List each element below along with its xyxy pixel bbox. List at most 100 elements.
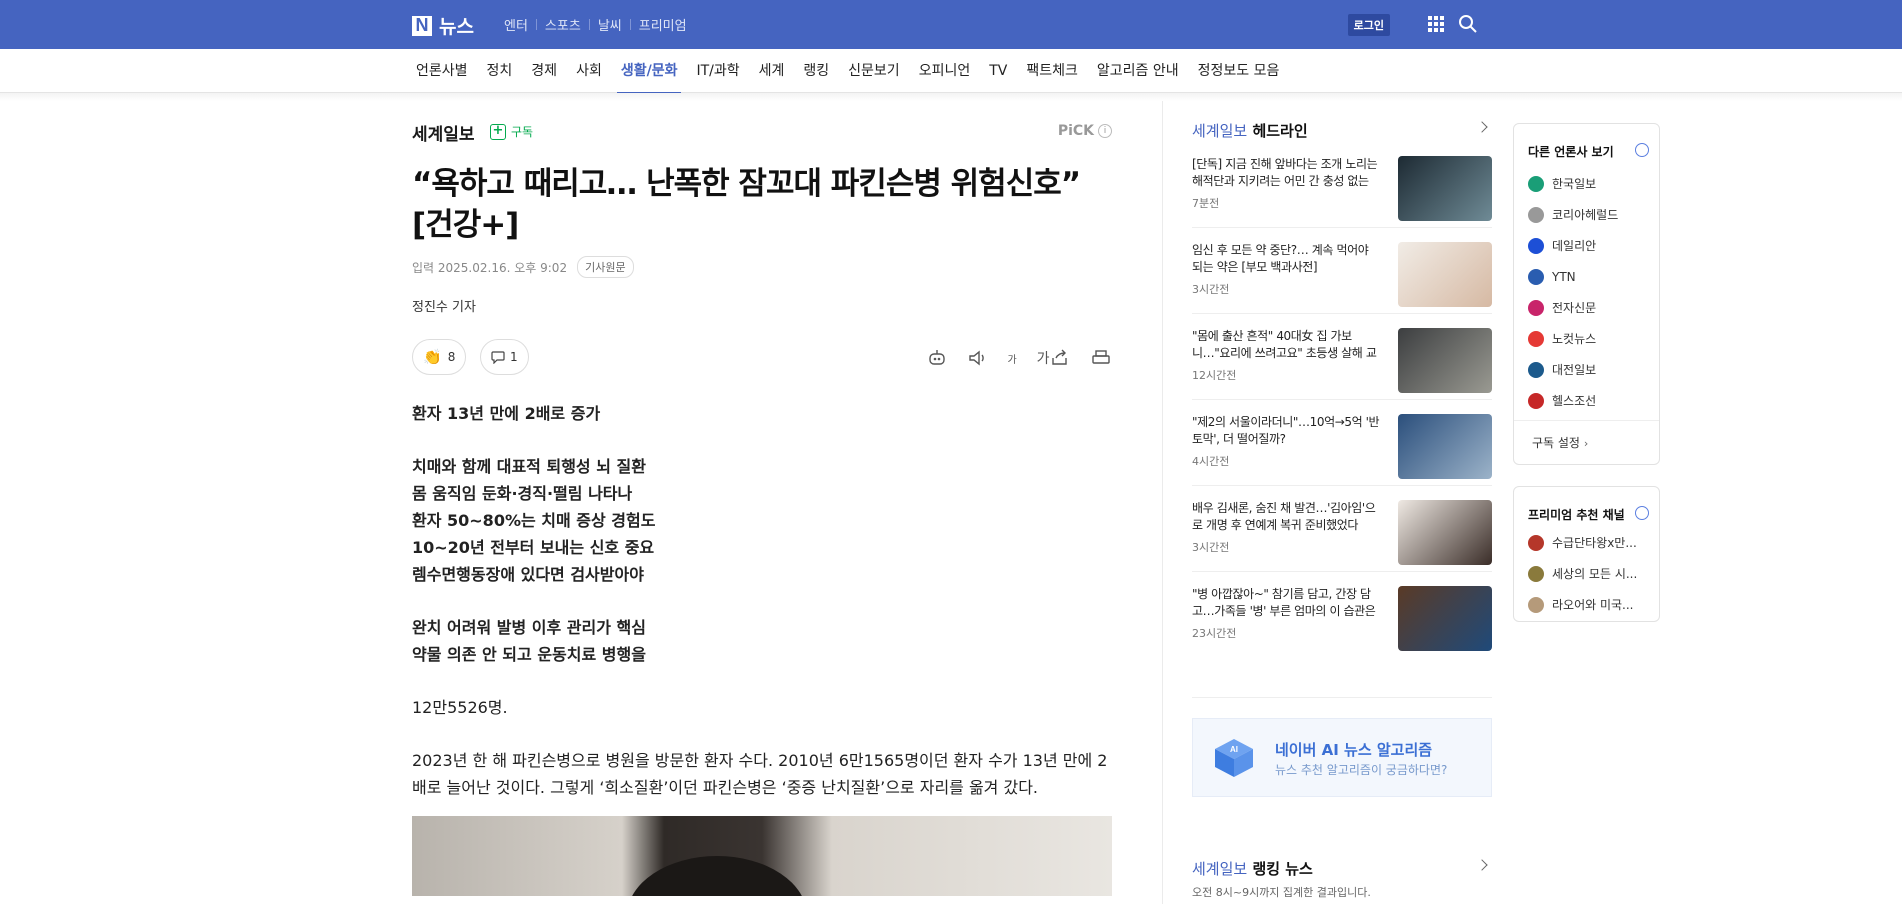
summary-line: 약물 의존 안 되고 운동치료 병행을: [412, 645, 646, 664]
press-item[interactable]: 대전일보: [1514, 354, 1659, 385]
channel-avatar: [1528, 596, 1544, 613]
press-item[interactable]: 코리아헤럴드: [1514, 199, 1659, 230]
ai-badge-text: AI: [1230, 745, 1238, 754]
font-size-icon[interactable]: 가가: [1007, 347, 1049, 369]
other-press-title: 다른 언론사 보기: [1514, 124, 1659, 160]
font-size-label: 가: [1036, 351, 1050, 367]
news-title: 임신 후 모든 약 중단?… 계속 먹어야 되는 약은 [부모 백과사전]: [1192, 243, 1369, 274]
news-thumbnail: [1398, 156, 1492, 221]
summary-line: 10~20년 전부터 보내는 신호 중요: [412, 538, 655, 557]
ai-algorithm-banner[interactable]: AI 네이버 AI 뉴스 알고리즘 뉴스 추천 알고리즘이 궁금하다면?: [1192, 718, 1492, 797]
press-name: 코리아헤럴드: [1552, 208, 1619, 222]
tab-factcheck[interactable]: 팩트체크: [1022, 49, 1082, 93]
headline-section-header[interactable]: 세계일보 헤드라인: [1192, 120, 1492, 142]
subscribe-label: 구독: [511, 125, 534, 139]
pick-badge: PiCK i: [1058, 123, 1112, 139]
news-title: "병 아깝잖아~" 참기름 담고, 간장 담고…가족들 '병' 부른 엄마의 이…: [1192, 587, 1376, 618]
news-item[interactable]: "제2의 서울이라더니"…10억→5억 '반토막', 더 떨어질까? 4시간전: [1192, 400, 1492, 486]
pick-label: PiCK: [1057, 123, 1094, 139]
channel-avatar: [1528, 565, 1544, 582]
refresh-icon[interactable]: [1635, 143, 1649, 157]
comment-button[interactable]: 1: [480, 339, 529, 375]
login-button[interactable]: 로그인: [1347, 14, 1390, 36]
tab-life-culture[interactable]: 생활/문화: [616, 49, 682, 94]
press-logo[interactable]: 세계일보: [412, 125, 475, 145]
press-logo-icon: [1528, 392, 1544, 409]
ai-summary-robot-icon[interactable]: [926, 347, 948, 369]
news-item[interactable]: 임신 후 모든 약 중단?… 계속 먹어야 되는 약은 [부모 백과사전] 3시…: [1192, 228, 1492, 314]
tab-corrections[interactable]: 정정보도 모음: [1194, 49, 1284, 93]
news-title: "제2의 서울이라더니"…10억→5억 '반토막', 더 떨어질까?: [1192, 415, 1380, 446]
subscribe-button[interactable]: + 구독: [490, 123, 533, 140]
info-icon[interactable]: i: [1098, 124, 1112, 138]
press-logo-icon: [1528, 299, 1544, 316]
tab-press[interactable]: 언론사별: [412, 49, 472, 93]
tab-ranking[interactable]: 랭킹: [799, 49, 833, 93]
comment-icon: [491, 350, 505, 364]
article-headline: “욕하고 때리고… 난폭한 잠꼬대 파킨슨병 위험신호” [건강+]: [412, 166, 1081, 243]
refresh-icon[interactable]: [1635, 506, 1649, 520]
comment-count: 1: [510, 350, 518, 364]
top-bar: N 뉴스 엔터 스포츠 날씨 프리미엄 로그인: [0, 0, 1902, 49]
naver-news-logo[interactable]: N 뉴스: [412, 12, 474, 39]
press-item[interactable]: 데일리안: [1514, 230, 1659, 261]
service-link-sports[interactable]: 스포츠: [545, 15, 581, 34]
press-item[interactable]: YTN: [1514, 261, 1659, 292]
premium-channel-item[interactable]: 라오어와 미국...: [1514, 589, 1659, 620]
tab-it-science[interactable]: IT/과학: [692, 49, 743, 93]
tab-economy[interactable]: 경제: [527, 49, 561, 93]
premium-channel-item[interactable]: 세상의 모든 시...: [1514, 558, 1659, 589]
summary-line: 몸 움직임 둔화·경직·떨림 나타나: [412, 484, 633, 503]
press-name: 헬스조선: [1552, 394, 1597, 408]
ranking-section-header[interactable]: 세계일보 랭킹 뉴스: [1192, 858, 1492, 880]
ranking-section: 세계일보 랭킹 뉴스 오전 8시~9시까지 집계한 결과입니다.: [1192, 858, 1492, 900]
news-thumbnail: [1398, 242, 1492, 307]
service-link-entertainment[interactable]: 엔터: [504, 15, 528, 34]
article-date: 입력 2025.02.16. 오후 9:02: [412, 260, 568, 275]
press-logo-icon: [1528, 237, 1544, 254]
press-item[interactable]: 한국일보: [1514, 168, 1659, 199]
news-item[interactable]: "몸에 출산 흔적" 40대女 집 가보니…"요리에 쓰려고요" 초등생 살해 …: [1192, 314, 1492, 400]
channel-name: 라오어와 미국...: [1552, 598, 1634, 612]
premium-title: 프리미엄 추천 채널: [1514, 487, 1659, 523]
service-link-weather[interactable]: 날씨: [598, 15, 622, 34]
service-link-premium[interactable]: 프리미엄: [639, 15, 687, 34]
tab-society[interactable]: 사회: [572, 49, 606, 93]
text-to-speech-icon[interactable]: [967, 347, 989, 369]
press-name: YTN: [1552, 269, 1576, 284]
plus-icon: +: [490, 123, 506, 140]
original-article-button[interactable]: 기사원문: [577, 256, 634, 278]
chevron-right-icon: [1476, 121, 1488, 133]
press-logo-icon: [1528, 361, 1544, 378]
tab-opinion[interactable]: 오피니언: [915, 49, 975, 93]
ranking-label: 랭킹 뉴스: [1252, 860, 1313, 878]
tab-newspaper[interactable]: 신문보기: [844, 49, 904, 93]
article-photo[interactable]: [412, 816, 1112, 896]
news-item[interactable]: "병 아깝잖아~" 참기름 담고, 간장 담고…가족들 '병' 부른 엄마의 이…: [1192, 572, 1492, 658]
press-name: 데일리안: [1552, 239, 1597, 253]
subscription-settings-link[interactable]: 구독 설정 ›: [1514, 420, 1659, 464]
share-icon[interactable]: [1049, 347, 1071, 369]
news-item[interactable]: [단독] 지금 진해 앞바다는 조개 노리는 해적단과 지키려는 어민 간 충성…: [1192, 142, 1492, 228]
search-icon[interactable]: [1458, 14, 1478, 34]
naver-n-icon: N: [412, 15, 432, 36]
press-logo-icon: [1528, 175, 1544, 192]
article-tools: 가가: [907, 347, 1112, 369]
tab-tv[interactable]: TV: [985, 49, 1011, 93]
other-press-widget: 다른 언론사 보기 한국일보 코리아헤럴드 데일리안 YTN 전자신문 노컷뉴스…: [1513, 123, 1660, 465]
tab-algorithm[interactable]: 알고리즘 안내: [1093, 49, 1183, 93]
press-item[interactable]: 전자신문: [1514, 292, 1659, 323]
reporter-name[interactable]: 정진수 기자: [412, 296, 1112, 315]
news-item[interactable]: 배우 김새론, 숨진 채 발견…'김아임'으로 개명 후 연예계 복귀 준비했었…: [1192, 486, 1492, 572]
press-item[interactable]: 노컷뉴스: [1514, 323, 1659, 354]
body-paragraph: 2023년 한 해 파킨슨병으로 병원을 방문한 환자 수다. 2010년 6만…: [412, 751, 1108, 797]
press-item[interactable]: 헬스조선: [1514, 385, 1659, 416]
service-menu-icon[interactable]: [1428, 16, 1444, 32]
tab-world[interactable]: 세계: [755, 49, 789, 93]
tab-politics[interactable]: 정치: [483, 49, 517, 93]
premium-channel-item[interactable]: 수급단타왕x만...: [1514, 527, 1659, 558]
summary-line: 치매와 함께 대표적 퇴행성 뇌 질환: [412, 457, 646, 476]
print-icon[interactable]: [1090, 347, 1112, 369]
premium-channel-widget: 프리미엄 추천 채널 수급단타왕x만... 세상의 모든 시... 라오어와 미…: [1513, 486, 1660, 622]
reaction-button[interactable]: 👏 8: [412, 339, 467, 375]
